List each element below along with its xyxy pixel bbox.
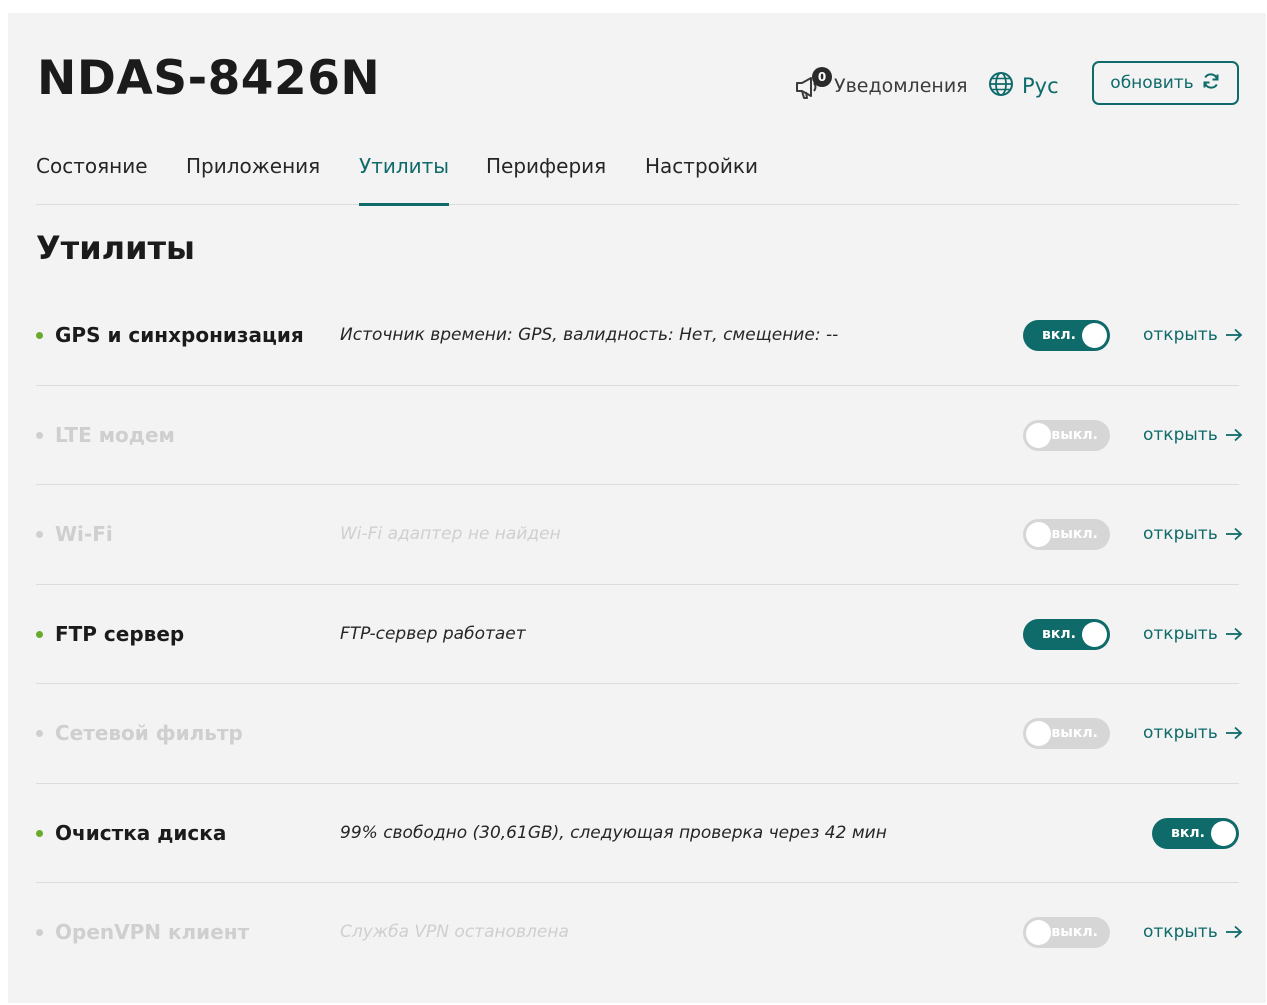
- open-link[interactable]: открыть: [1143, 325, 1243, 345]
- open-link-label: открыть: [1143, 723, 1218, 743]
- open-link[interactable]: открыть: [1143, 624, 1243, 644]
- language-selector[interactable]: Рус: [988, 71, 1059, 101]
- toggle-label: выкл.: [1051, 924, 1098, 940]
- toggle-switch[interactable]: выкл.: [1023, 917, 1110, 948]
- utilities-list: GPS и синхронизация Источник времени: GPS…: [36, 286, 1243, 983]
- open-link[interactable]: открыть: [1143, 723, 1243, 743]
- open-link-label: открыть: [1143, 922, 1218, 942]
- status-dot: [36, 531, 43, 538]
- main-panel: NDAS-8426N 0 Уведомления Рус обновить Со…: [8, 13, 1266, 1003]
- toggle-switch[interactable]: выкл.: [1023, 519, 1110, 550]
- status-dot: [36, 730, 43, 737]
- utility-row-disk-cleanup: Очистка диска 99% свободно (30,61GB), сле…: [36, 784, 1239, 883]
- arrow-right-icon: [1225, 328, 1243, 342]
- toggle-switch[interactable]: вкл.: [1023, 618, 1110, 650]
- arrow-right-icon: [1225, 627, 1243, 640]
- toggle-knob: [1082, 323, 1107, 348]
- utility-name: LTE модем: [55, 422, 175, 447]
- toggle-switch[interactable]: выкл.: [1023, 419, 1110, 451]
- arrow-right-icon: [1225, 726, 1243, 740]
- megaphone-icon: 0: [794, 67, 832, 101]
- toggle-label: вкл.: [1042, 327, 1076, 343]
- utility-name: GPS и синхронизация: [55, 323, 304, 347]
- toggle-switch[interactable]: вкл.: [1023, 320, 1110, 351]
- utility-description: FTP-сервер работает: [340, 623, 526, 644]
- toggle-label: вкл.: [1042, 625, 1076, 642]
- toggle-label: вкл.: [1171, 824, 1205, 841]
- toggle-label: выкл.: [1051, 725, 1098, 741]
- utility-row-gps-sync: GPS и синхронизация Источник времени: GPS…: [36, 286, 1243, 386]
- tab-applications[interactable]: Приложения: [186, 154, 320, 205]
- status-dot: [36, 630, 43, 638]
- utility-name: OpenVPN клиент: [55, 920, 250, 944]
- notification-count-badge: 0: [812, 67, 832, 87]
- toggle-knob: [1082, 621, 1107, 647]
- refresh-label: обновить: [1110, 73, 1194, 93]
- arrow-right-icon: [1225, 925, 1243, 939]
- tab-utilities[interactable]: Утилиты: [359, 154, 450, 206]
- status-dot: [36, 431, 43, 439]
- utility-row-wifi: Wi-Fi Wi-Fi адаптер не найден выкл. открыть: [36, 485, 1243, 585]
- status-dot: [36, 829, 43, 837]
- toggle-knob: [1026, 422, 1051, 448]
- utility-row-lte-modem: LTE модем выкл. открыть: [36, 386, 1243, 485]
- utility-description: Источник времени: GPS, валидность: Нет, …: [340, 325, 839, 345]
- utility-name: Wi-Fi: [55, 522, 113, 546]
- open-link[interactable]: открыть: [1143, 922, 1243, 942]
- status-dot: [36, 332, 43, 339]
- status-dot: [36, 929, 43, 936]
- toggle-switch[interactable]: выкл.: [1023, 718, 1110, 749]
- utility-description: Служба VPN остановлена: [340, 922, 569, 942]
- toggle-knob: [1026, 522, 1051, 547]
- toggle-label: выкл.: [1051, 426, 1098, 443]
- notifications-button[interactable]: 0 Уведомления: [794, 67, 968, 101]
- toggle-knob: [1026, 721, 1051, 746]
- device-title: NDAS-8426N: [37, 51, 381, 106]
- tab-settings[interactable]: Настройки: [645, 154, 758, 205]
- utility-row-network-filter: Сетевой фильтр выкл. открыть: [36, 684, 1243, 784]
- utility-name: Сетевой фильтр: [55, 721, 243, 745]
- open-link-label: открыть: [1143, 524, 1218, 544]
- notifications-label: Уведомления: [834, 75, 968, 97]
- open-link-label: открыть: [1143, 325, 1218, 345]
- open-link-label: открыть: [1143, 623, 1218, 644]
- utility-description: Wi-Fi адаптер не найден: [340, 524, 561, 544]
- utility-description: 99% свободно (30,61GB), следующая провер…: [340, 822, 887, 843]
- utility-name: Очистка диска: [55, 820, 227, 845]
- arrow-right-icon: [1225, 428, 1243, 441]
- toggle-knob: [1211, 820, 1236, 846]
- tab-peripherals[interactable]: Периферия: [486, 154, 606, 205]
- globe-icon: [988, 71, 1014, 101]
- toggle-label: выкл.: [1051, 526, 1098, 542]
- tab-status[interactable]: Состояние: [36, 154, 148, 205]
- toggle-knob: [1026, 920, 1051, 945]
- utility-row-openvpn-client: OpenVPN клиент Служба VPN остановлена выкл…: [36, 883, 1243, 983]
- main-tabs: Состояние Приложения Утилиты Периферия Н…: [36, 150, 1239, 206]
- refresh-icon: [1194, 71, 1221, 96]
- toggle-switch[interactable]: вкл.: [1152, 817, 1239, 849]
- page-title: Утилиты: [36, 229, 195, 267]
- utility-row-ftp-server: FTP сервер FTP-сервер работает вкл. открыть: [36, 585, 1243, 684]
- utility-name: FTP сервер: [55, 621, 185, 646]
- arrow-right-icon: [1225, 527, 1243, 541]
- language-label: Рус: [1022, 74, 1059, 98]
- open-link-label: открыть: [1143, 424, 1218, 445]
- refresh-button[interactable]: обновить: [1092, 61, 1239, 105]
- open-link[interactable]: открыть: [1143, 425, 1243, 445]
- open-link[interactable]: открыть: [1143, 524, 1243, 544]
